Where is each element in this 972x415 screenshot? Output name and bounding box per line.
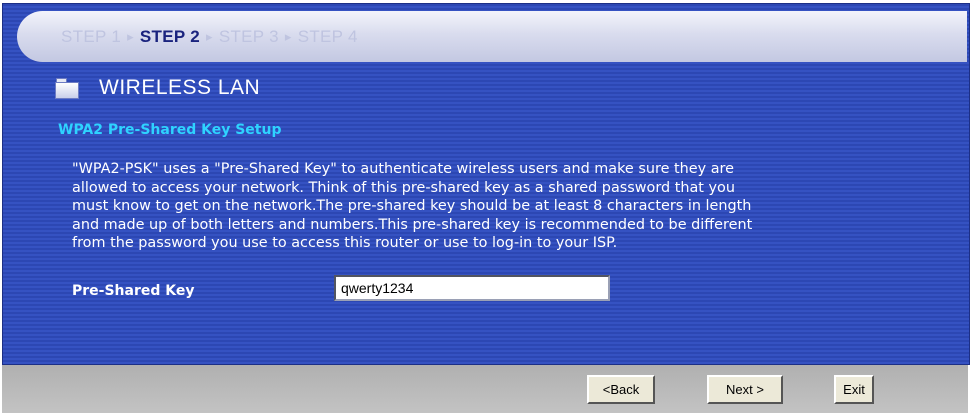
description-line: from the password you use to access this…: [72, 235, 618, 251]
folder-icon: [55, 78, 79, 99]
step-3: STEP 3: [218, 26, 279, 46]
pre-shared-key-label: Pre-Shared Key: [72, 283, 195, 299]
steps-bar: STEP 1 ▸ STEP 2 ▸ STEP 3 ▸ STEP 4: [17, 11, 967, 62]
description-text: "WPA2-PSK" uses a "Pre-Shared Key" to au…: [72, 160, 952, 253]
section-title: WIRELESS LAN: [99, 76, 261, 99]
step-4: STEP 4: [297, 26, 358, 46]
step-separator-arrow-icon: ▸: [127, 28, 134, 44]
step-2-current: STEP 2: [139, 26, 200, 46]
next-button[interactable]: Next >: [707, 375, 783, 404]
description-line: must know to get on the network.The pre-…: [72, 198, 752, 214]
step-separator-arrow-icon: ▸: [284, 28, 292, 44]
page-subtitle: WPA2 Pre-Shared Key Setup: [58, 122, 282, 138]
button-bar: [2, 365, 968, 413]
wizard-window: STEP 1 ▸ STEP 2 ▸ STEP 3 ▸ STEP 4 WIRELE…: [0, 0, 972, 415]
exit-button[interactable]: Exit: [834, 375, 874, 404]
description-line: allowed to access your network. Think of…: [72, 179, 735, 196]
description-line: "WPA2-PSK" uses a "Pre-Shared Key" to au…: [72, 161, 734, 177]
back-button[interactable]: <Back: [587, 375, 655, 404]
section-heading: WIRELESS LAN: [55, 74, 260, 102]
step-1: STEP 1: [61, 26, 122, 46]
step-separator-arrow-icon: ▸: [205, 28, 213, 44]
pre-shared-key-input[interactable]: [334, 275, 610, 301]
description-line: and made up of both letters and numbers.…: [72, 216, 753, 233]
